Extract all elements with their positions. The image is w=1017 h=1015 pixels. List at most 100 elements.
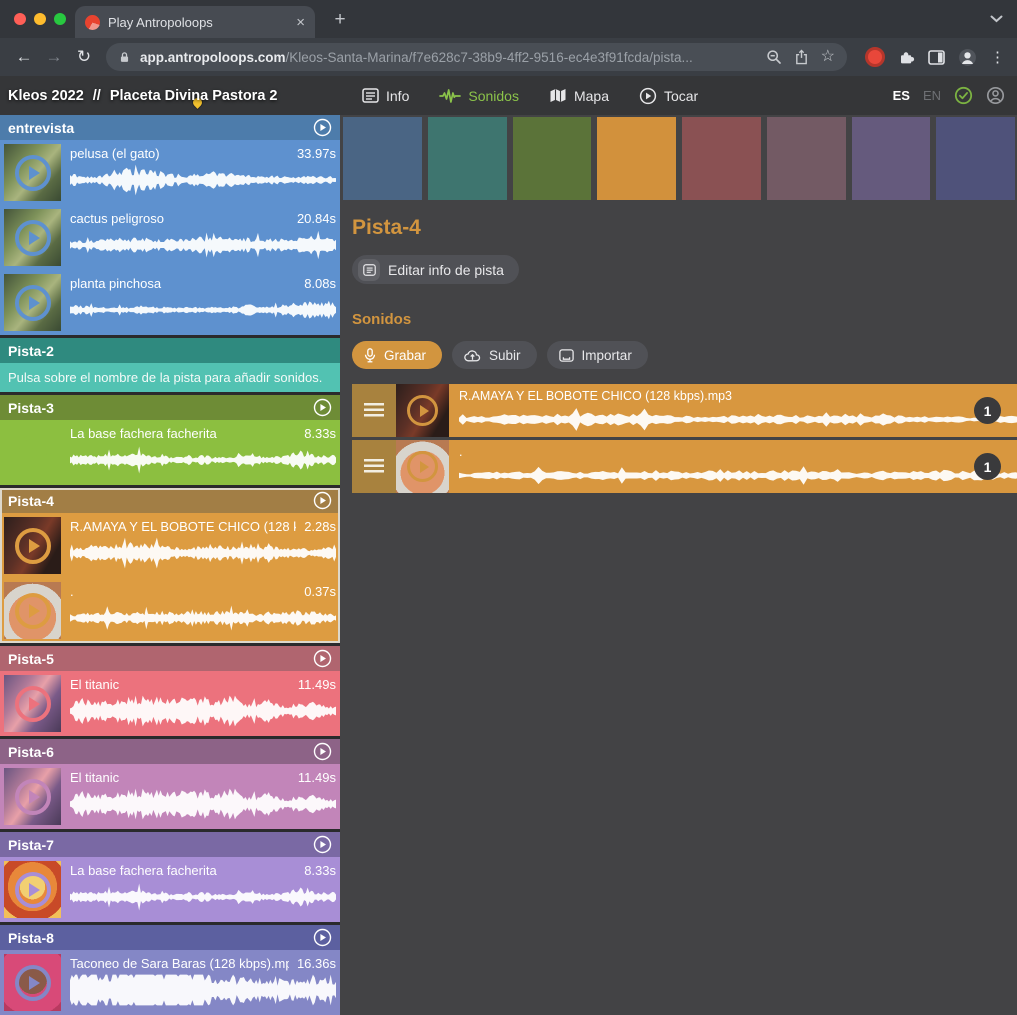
zoom-out-icon[interactable] xyxy=(766,49,782,65)
clip-row[interactable]: El titanic 11.49s xyxy=(0,671,340,736)
track-play-icon[interactable] xyxy=(313,118,332,137)
clip-play-icon[interactable] xyxy=(15,155,51,191)
browser-menu-icon[interactable]: ⋮ xyxy=(990,48,1005,66)
clip-play-icon[interactable] xyxy=(15,779,51,815)
clip-duration: 20.84s xyxy=(297,211,336,226)
track-header[interactable]: Pista-5 xyxy=(0,646,340,671)
swatch-track-1[interactable] xyxy=(343,117,422,200)
edit-track-info-label: Editar info de pista xyxy=(388,262,504,278)
clip-duration: 8.08s xyxy=(304,276,336,291)
sound-row[interactable]: . 1 xyxy=(352,440,1017,493)
minimize-window-button[interactable] xyxy=(34,13,46,25)
share-icon[interactable] xyxy=(794,49,809,65)
close-window-button[interactable] xyxy=(14,13,26,25)
clip-play-icon[interactable] xyxy=(15,285,51,321)
tab-strip: Play Antropoloops × + xyxy=(0,0,1017,38)
url-host: app.antropoloops.com xyxy=(140,50,286,65)
clip-duration: 8.33s xyxy=(304,863,336,878)
clip-row[interactable]: El titanic 11.49s xyxy=(0,764,340,829)
clip-row[interactable]: . 0.37s xyxy=(0,578,340,643)
track-color-swatches xyxy=(340,115,1017,200)
clip-play-icon[interactable] xyxy=(15,872,51,908)
sound-row[interactable]: R.AMAYA Y EL BOBOTE CHICO (128 kbps).mp3… xyxy=(352,384,1017,437)
sound-play-icon[interactable] xyxy=(407,395,438,426)
back-button[interactable]: ← xyxy=(10,43,38,71)
nav-tocar[interactable]: Tocar xyxy=(639,87,698,105)
bookmark-star-icon[interactable]: ☆ xyxy=(821,49,835,65)
zoom-window-button[interactable] xyxy=(54,13,66,25)
swatch-track-6[interactable] xyxy=(767,117,846,200)
clip-row[interactable]: Taconeo de Sara Baras (128 kbps).mp3 16.… xyxy=(0,950,340,1015)
nav-mapa[interactable]: Mapa xyxy=(549,88,609,104)
track-header[interactable]: entrevista xyxy=(0,115,340,140)
project-banner[interactable]: Kleos 2022 // Placeta Divina Pastora 2 xyxy=(0,76,340,115)
track-header[interactable]: Pista-8 xyxy=(0,925,340,950)
upload-button[interactable]: Subir xyxy=(452,341,537,369)
lang-es[interactable]: ES xyxy=(893,88,910,103)
track-play-icon[interactable] xyxy=(313,742,332,761)
edit-track-info-button[interactable]: Editar info de pista xyxy=(352,255,519,284)
address-bar[interactable]: app.antropoloops.com/Kleos-Santa-Marina/… xyxy=(106,43,847,71)
tab-close-icon[interactable]: × xyxy=(296,15,305,30)
track-pista-3: Pista-3 La base fachera facherita 8 xyxy=(0,395,340,485)
clip-row[interactable]: La base fachera facherita 8.33s xyxy=(0,857,340,922)
import-button[interactable]: Importar xyxy=(547,341,648,369)
swatch-track-8[interactable] xyxy=(936,117,1015,200)
clip-row[interactable]: cactus peligroso 20.84s xyxy=(0,205,340,270)
clip-row[interactable]: R.AMAYA Y EL BOBOTE CHICO (128 kbps)....… xyxy=(0,513,340,578)
clip-duration: 8.33s xyxy=(304,426,336,441)
forward-button[interactable]: → xyxy=(40,43,68,71)
nav-info[interactable]: Info xyxy=(362,88,409,104)
track-header[interactable]: Pista-7 xyxy=(0,832,340,857)
tab-search-chevron-icon[interactable] xyxy=(990,15,1003,23)
track-name: Pista-8 xyxy=(8,930,313,946)
drag-handle-icon[interactable] xyxy=(352,440,396,493)
reload-button[interactable]: ↻ xyxy=(70,43,98,71)
clip-play-icon[interactable] xyxy=(15,593,51,629)
sound-play-icon[interactable] xyxy=(407,451,438,482)
swatch-track-7[interactable] xyxy=(852,117,931,200)
app-nav: Info Sonidos Mapa xyxy=(340,87,698,105)
sound-content[interactable]: R.AMAYA Y EL BOBOTE CHICO (128 kbps).mp3… xyxy=(449,384,1017,437)
swatch-track-4-selected[interactable] xyxy=(597,117,676,200)
browser-tab[interactable]: Play Antropoloops × xyxy=(75,6,315,38)
record-button[interactable]: Grabar xyxy=(352,341,442,369)
track-header[interactable]: Pista-6 xyxy=(0,739,340,764)
clip-play-icon[interactable] xyxy=(15,686,51,722)
swatch-track-3[interactable] xyxy=(513,117,592,200)
profile-avatar-icon[interactable] xyxy=(958,48,977,67)
track-play-icon[interactable] xyxy=(313,928,332,947)
clip-play-icon[interactable] xyxy=(15,220,51,256)
clip-waveform xyxy=(70,537,336,569)
lang-en[interactable]: EN xyxy=(923,88,941,103)
lock-icon xyxy=(118,50,131,65)
swatch-track-5[interactable] xyxy=(682,117,761,200)
record-extension-icon[interactable] xyxy=(865,47,885,67)
import-icon xyxy=(559,349,574,362)
track-play-icon[interactable] xyxy=(313,491,332,510)
clip-row[interactable]: planta pinchosa 8.08s xyxy=(0,270,340,335)
track-header[interactable]: Pista-2 xyxy=(0,338,340,363)
track-header[interactable]: Pista-4 xyxy=(0,488,340,513)
track-name: entrevista xyxy=(8,120,313,136)
swatch-track-2[interactable] xyxy=(428,117,507,200)
side-panel-icon[interactable] xyxy=(928,50,945,65)
sound-content[interactable]: . 1 xyxy=(449,440,1017,493)
clip-row[interactable]: La base fachera facherita 8.33s xyxy=(0,420,340,485)
nav-sonidos[interactable]: Sonidos xyxy=(439,88,519,104)
clip-play-icon[interactable] xyxy=(15,435,51,471)
track-play-icon[interactable] xyxy=(313,398,332,417)
status-check-icon[interactable] xyxy=(954,86,973,105)
drag-handle-icon[interactable] xyxy=(352,384,396,437)
track-play-icon[interactable] xyxy=(313,835,332,854)
clip-play-icon[interactable] xyxy=(15,528,51,564)
clip-play-icon[interactable] xyxy=(15,965,51,1001)
breadcrumb-separator: // xyxy=(93,88,101,104)
clip-duration: 11.49s xyxy=(298,770,336,785)
account-icon[interactable] xyxy=(986,86,1005,105)
track-play-icon[interactable] xyxy=(313,649,332,668)
clip-row[interactable]: pelusa (el gato) 33.97s xyxy=(0,140,340,205)
track-header[interactable]: Pista-3 xyxy=(0,395,340,420)
new-tab-button[interactable]: + xyxy=(327,7,353,33)
extensions-puzzle-icon[interactable] xyxy=(898,49,915,66)
